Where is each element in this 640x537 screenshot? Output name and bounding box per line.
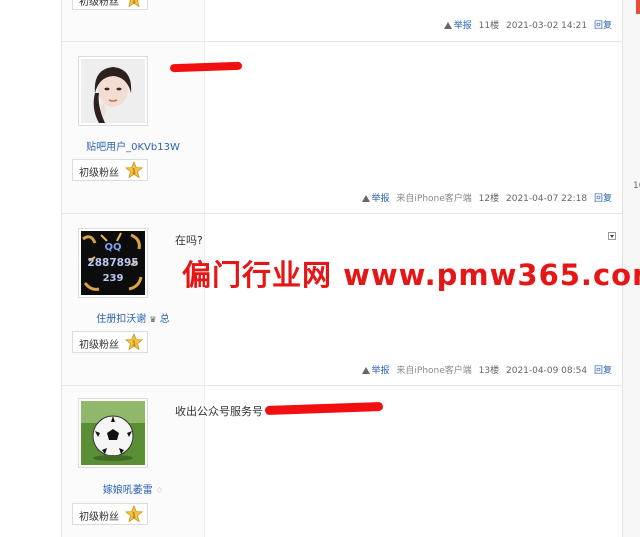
floor-number: 13楼 bbox=[478, 366, 500, 376]
avatar-portrait-image bbox=[81, 59, 145, 123]
client-source: 来自iPhone客户端 bbox=[396, 194, 472, 204]
post-content: 收出公众号服务号 bbox=[175, 405, 263, 418]
report-link[interactable]: 举报 bbox=[372, 194, 390, 204]
fan-star-icon: 1 bbox=[128, 0, 140, 8]
post-time: 2021-04-09 08:54 bbox=[506, 366, 588, 376]
post-tail: 举报 来自iPhone客户端 12楼 2021-04-07 22:18 回复 bbox=[361, 191, 612, 204]
fan-level-number: 1 bbox=[132, 340, 136, 348]
warning-icon bbox=[361, 195, 370, 202]
username-link[interactable]: 贴吧用户_0KVb13W bbox=[62, 138, 204, 153]
post-content: 在吗? bbox=[175, 234, 203, 247]
client-source: 来自iPhone客户端 bbox=[396, 366, 472, 376]
avatar-qq-label: QQ bbox=[104, 242, 121, 253]
reply-link[interactable]: 回复 bbox=[594, 366, 612, 376]
fan-level-badge[interactable]: 初级粉丝 1 bbox=[72, 503, 148, 525]
column-divider bbox=[204, 214, 205, 385]
site-watermark: 偏门行业网 www.pmw365.com bbox=[182, 258, 640, 292]
post-floor-13: QQ 2887895 239 住册扣沃谢 ♛ 总 初级粉丝 1 在吗? 举报 来… bbox=[62, 214, 622, 386]
fan-level-label: 初级粉丝 bbox=[79, 0, 119, 8]
sidebar-accent bbox=[636, 0, 640, 14]
username-text: 住册扣沃谢 bbox=[96, 314, 147, 325]
username-link[interactable]: 住册扣沃谢 ♛ 总 bbox=[62, 310, 204, 325]
fan-level-label: 初级粉丝 bbox=[79, 340, 119, 351]
gender-icon: ♢ bbox=[156, 486, 164, 495]
fan-level-badge[interactable]: 初级粉丝 1 bbox=[72, 331, 148, 353]
user-avatar[interactable]: QQ 2887895 239 bbox=[78, 228, 148, 298]
username-text: 嫁娘吼萎雷 bbox=[102, 485, 153, 496]
post-floor-11: 初级粉丝 1 举报 11楼 2021-03-02 14:21 回复 bbox=[62, 0, 622, 42]
username-link[interactable]: 嫁娘吼萎雷 ♢ bbox=[62, 481, 204, 496]
post-tail: 举报 11楼 2021-03-02 14:21 回复 bbox=[443, 18, 612, 31]
post-floor-14: 嫁娘吼萎雷 ♢ 初级粉丝 1 收出公众号服务号 举报 回复 bbox=[62, 386, 622, 537]
warning-icon bbox=[361, 367, 370, 374]
post-floor-12: 贴吧用户_0KVb13W 初级粉丝 1 举报 来自iPhone客户端 12楼 2… bbox=[62, 42, 622, 214]
avatar-qq-number-tail: 239 bbox=[103, 273, 124, 284]
post-time: 2021-03-02 14:21 bbox=[506, 21, 588, 31]
sidebar-snippet: 10 bbox=[633, 181, 640, 191]
post-tail: 举报 来自iPhone客户端 13楼 2021-04-09 08:54 回复 bbox=[361, 363, 612, 376]
fan-level-badge[interactable]: 初级粉丝 1 bbox=[72, 159, 148, 181]
fan-star-icon: 1 bbox=[125, 161, 143, 179]
post-menu-dropdown[interactable] bbox=[608, 232, 616, 240]
fan-star-icon: 1 bbox=[125, 333, 143, 351]
fan-level-label: 初级粉丝 bbox=[79, 512, 119, 523]
left-gutter bbox=[0, 0, 62, 537]
floor-number: 12楼 bbox=[478, 194, 500, 204]
avatar-soccer-ball-image bbox=[81, 401, 145, 465]
post-time: 2021-04-07 22:18 bbox=[506, 194, 588, 204]
fan-level-badge[interactable]: 初级粉丝 1 bbox=[72, 0, 148, 10]
user-avatar[interactable] bbox=[78, 56, 148, 126]
fan-star-icon: 1 bbox=[125, 505, 143, 523]
fan-level-number: 1 bbox=[132, 512, 136, 520]
redaction-mark bbox=[169, 61, 243, 73]
column-divider bbox=[204, 0, 205, 41]
redaction-mark bbox=[264, 401, 384, 416]
fan-level-number: 1 bbox=[132, 168, 136, 176]
floor-number: 11楼 bbox=[478, 21, 500, 31]
reply-link[interactable]: 回复 bbox=[594, 21, 612, 31]
warning-icon bbox=[443, 22, 452, 29]
fan-level-number: 1 bbox=[132, 0, 136, 5]
avatar-qq-number: 2887895 bbox=[87, 257, 138, 269]
avatar-qq-image: QQ 2887895 239 bbox=[81, 231, 145, 295]
user-avatar[interactable] bbox=[78, 398, 148, 468]
username-suffix: 总 bbox=[159, 314, 170, 325]
reply-link[interactable]: 回复 bbox=[594, 194, 612, 204]
report-link[interactable]: 举报 bbox=[372, 366, 390, 376]
crown-icon: ♛ bbox=[149, 315, 157, 324]
fan-level-label: 初级粉丝 bbox=[79, 168, 119, 179]
report-link[interactable]: 举报 bbox=[454, 21, 472, 31]
